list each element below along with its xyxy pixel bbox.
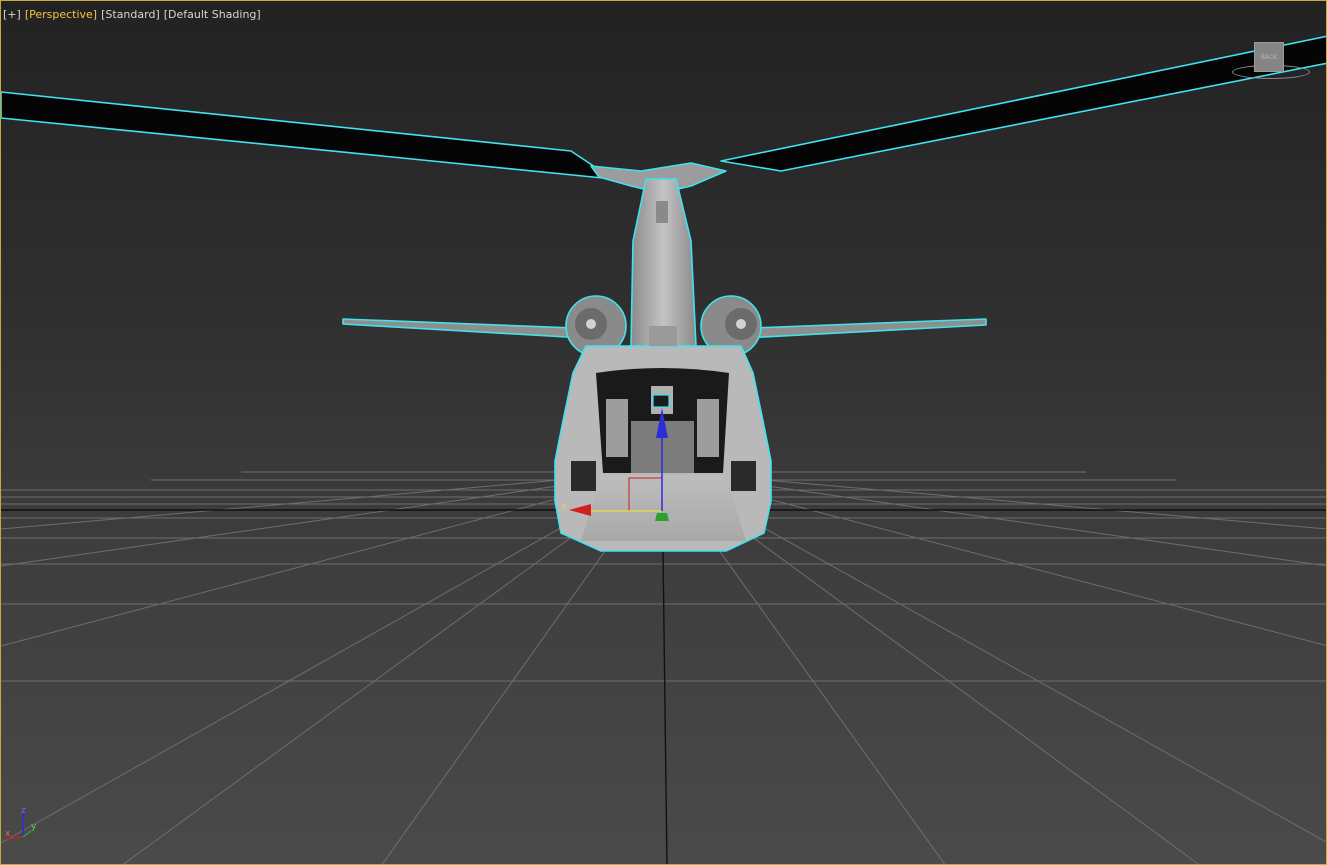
viewcube-face-label: BACK: [1260, 54, 1278, 61]
perspective-viewport[interactable]: x [+] [Perspective] [Standard] [Default …: [0, 0, 1327, 865]
stub-wing-left: [342, 318, 602, 340]
engine-right-spinner: [736, 319, 746, 329]
engine-left-spinner: [586, 319, 596, 329]
viewport-shading-label[interactable]: [Default Shading]: [164, 8, 261, 21]
rotor-blade-right: [720, 35, 1326, 172]
helicopter-model[interactable]: [1, 35, 1327, 552]
gizmo-y-arrow: [655, 513, 669, 521]
rear-ramp: [581, 475, 746, 541]
landing-gear-left: [571, 461, 596, 491]
tripod-y-label: y: [31, 822, 37, 832]
viewport-style-label[interactable]: [Standard]: [101, 8, 160, 21]
rotor-blade-left: [1, 91, 614, 180]
pylon-hatch: [649, 326, 677, 346]
bay-window: [652, 394, 670, 408]
tripod-z-label: z: [21, 806, 26, 816]
scene-canvas[interactable]: x: [1, 1, 1327, 865]
viewport-label-bar: [+] [Perspective] [Standard] [Default Sh…: [3, 8, 261, 21]
axis-tripod-icon: z x y: [5, 806, 37, 840]
pylon-panel: [656, 201, 668, 223]
bay-left-seat: [606, 399, 628, 457]
landing-gear-right: [731, 461, 756, 491]
gizmo-x-label: x: [561, 502, 567, 512]
tripod-x-label: x: [5, 829, 11, 839]
viewport-view-label[interactable]: [Perspective]: [25, 8, 97, 21]
viewport-menu-button[interactable]: [+]: [3, 8, 21, 21]
viewcube[interactable]: BACK: [1254, 42, 1284, 72]
stub-wing-right: [725, 318, 987, 340]
bay-right-seat: [697, 399, 719, 457]
